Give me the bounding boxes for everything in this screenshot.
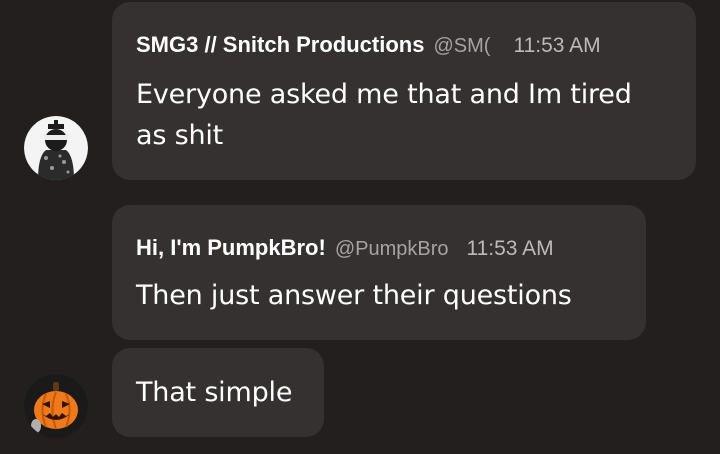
message-bubble[interactable]: Hi, I'm PumpkBro! @PumpkBro 11:53 AM The… — [112, 205, 646, 340]
message-text-line: as shit — [136, 120, 224, 151]
message-bubble[interactable]: SMG3 // Snitch Productions @SM( 11:53 AM… — [112, 2, 696, 180]
message-header: Hi, I'm PumpkBro! @PumpkBro 11:53 AM — [136, 235, 554, 261]
message-header: SMG3 // Snitch Productions @SM( 11:53 AM — [136, 32, 601, 58]
message-text-line: Everyone asked me that and Im tired — [136, 79, 632, 110]
author-name[interactable]: SMG3 // Snitch Productions — [136, 32, 424, 58]
author-name[interactable]: Hi, I'm PumpkBro! — [136, 235, 326, 261]
user-avatar-pumpkbro[interactable] — [24, 374, 88, 438]
message-bubble[interactable]: That simple — [112, 348, 324, 437]
message-text: Then just answer their questions — [136, 275, 572, 316]
message-text: That simple — [136, 372, 292, 413]
message-text-line: That simple — [136, 377, 293, 408]
message-timestamp: 11:53 AM — [466, 237, 554, 260]
hooded-figure-avatar-icon — [24, 116, 88, 180]
message-timestamp: 11:53 AM — [513, 34, 601, 57]
message-text: Everyone asked me that and Im tired as s… — [136, 74, 632, 156]
author-handle[interactable]: @SM( — [433, 35, 495, 58]
author-handle[interactable]: @PumpkBro — [335, 238, 449, 261]
message-text-line: Then just answer their questions — [136, 280, 572, 311]
pumpkin-avatar-icon — [24, 374, 88, 438]
user-avatar-smg3[interactable] — [24, 116, 88, 180]
